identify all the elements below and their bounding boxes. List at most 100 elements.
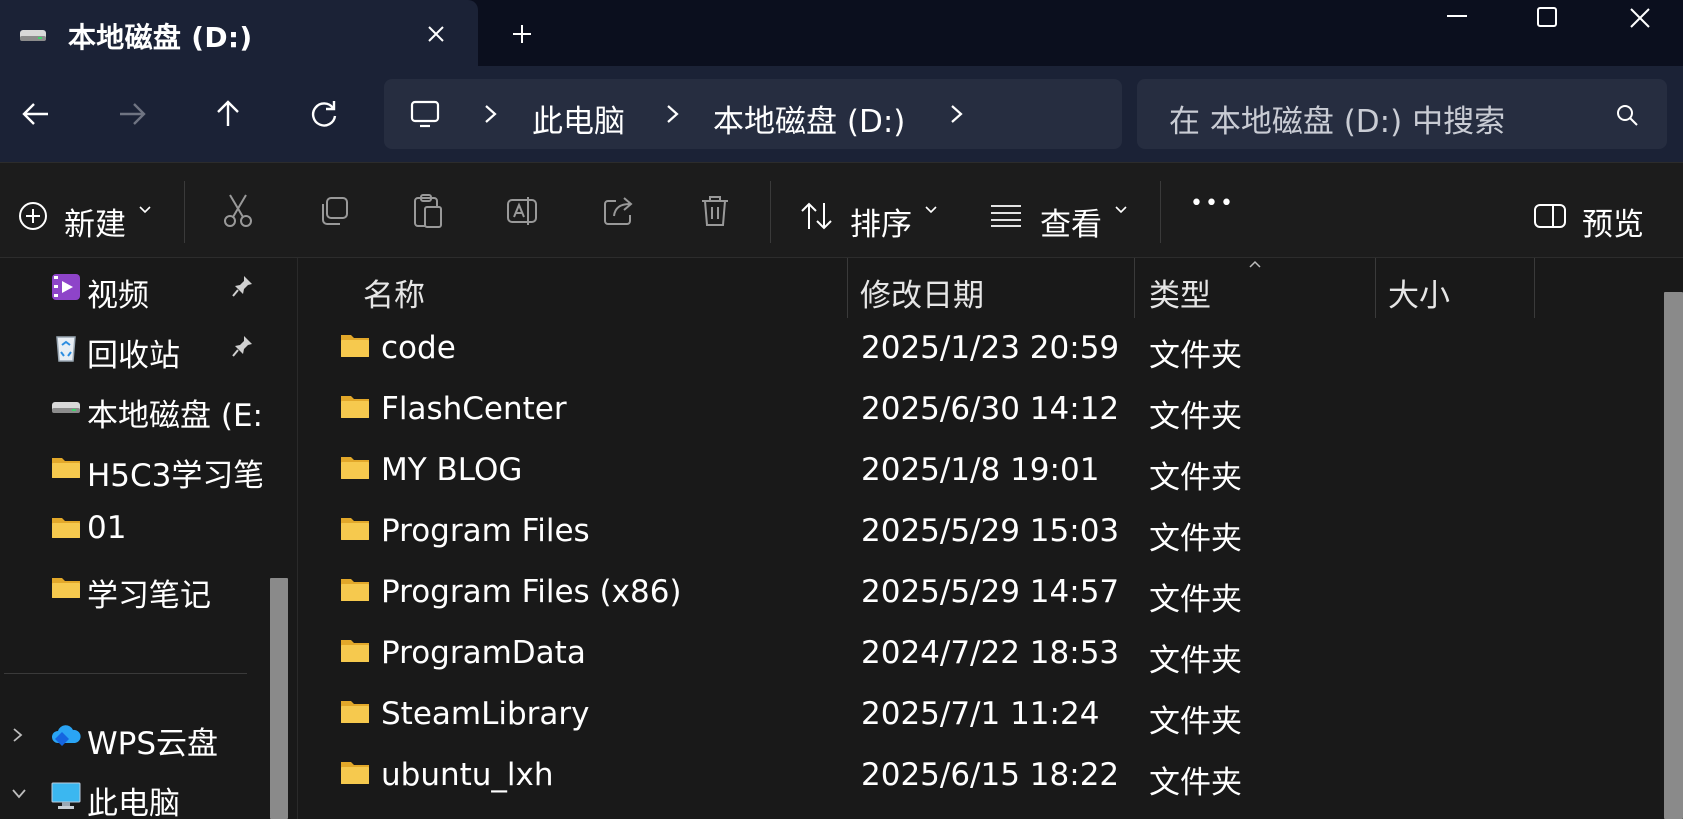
up-arrow-icon[interactable]: [210, 96, 246, 132]
sidebar-item-wps-cloud[interactable]: WPS云盘: [0, 706, 270, 764]
forward-arrow-icon[interactable]: [114, 96, 150, 132]
file-row[interactable]: FlashCenter 2025/6/30 14:12 文件夹: [299, 379, 1664, 437]
sort-label: 排序: [850, 207, 912, 243]
pin-icon[interactable]: [232, 334, 254, 358]
delete-icon[interactable]: [700, 194, 730, 228]
sidebar-item-local-disk-e[interactable]: 本地磁盘 (E:): [0, 378, 270, 436]
folder-icon-wrap: [340, 699, 370, 729]
file-row[interactable]: MY BLOG 2025/1/8 19:01 文件夹: [299, 440, 1664, 498]
file-name: Program Files: [381, 513, 590, 549]
chevron-right-icon[interactable]: [480, 103, 500, 125]
search-icon[interactable]: [1615, 103, 1639, 127]
file-type: 文件夹: [1149, 704, 1242, 740]
column-header-name[interactable]: 名称: [299, 258, 847, 318]
close-tab-icon[interactable]: [422, 20, 450, 48]
sidebar-item-label: H5C3学习笔记: [87, 458, 262, 494]
sidebar-item-study-notes[interactable]: 学习笔记: [0, 558, 270, 616]
chevron-right-icon[interactable]: [662, 103, 682, 125]
new-label: 新建: [64, 207, 126, 243]
file-type: 文件夹: [1149, 582, 1242, 618]
file-row[interactable]: Program Files 2025/5/29 15:03 文件夹: [299, 501, 1664, 559]
toolbar-divider: [184, 181, 185, 243]
video-icon: [52, 274, 80, 300]
share-icon[interactable]: [602, 195, 636, 227]
file-date-modified: 2025/6/30 14:12: [861, 391, 1120, 427]
computer-icon: [51, 782, 81, 809]
refresh-icon[interactable]: [306, 96, 342, 132]
paste-icon[interactable]: [412, 193, 444, 229]
rename-icon[interactable]: [506, 195, 540, 227]
file-row[interactable]: Program Files (x86) 2025/5/29 14:57 文件夹: [299, 562, 1664, 620]
maximize-button[interactable]: [1517, 0, 1577, 34]
sidebar-item-h5c3-notes[interactable]: H5C3学习笔记: [0, 438, 270, 496]
folder-icon-wrap: [340, 516, 370, 546]
sidebar-item-label: 此电脑: [87, 786, 180, 819]
file-row[interactable]: ProgramData 2024/7/22 18:53 文件夹: [299, 623, 1664, 681]
cut-icon[interactable]: [222, 193, 254, 229]
breadcrumb-local-disk-d[interactable]: 本地磁盘 (D:): [713, 96, 905, 141]
chevron-right-icon[interactable]: [946, 103, 966, 125]
sort-button[interactable]: 排序: [800, 163, 940, 259]
view-button[interactable]: 查看: [990, 163, 1130, 259]
file-row[interactable]: ubuntu_lxh 2025/6/15 18:22 文件夹: [299, 745, 1664, 803]
column-header-size[interactable]: 大小: [1376, 258, 1534, 318]
sidebar-item-recycle-bin[interactable]: 回收站: [0, 318, 270, 376]
folder-icon-wrap: [340, 760, 370, 790]
minimize-button[interactable]: [1427, 0, 1487, 34]
chevron-down-icon[interactable]: [10, 786, 28, 802]
back-arrow-icon[interactable]: [18, 96, 54, 132]
chevron-down-icon: [925, 206, 937, 214]
new-button[interactable]: 新建: [14, 163, 164, 259]
preview-pane-icon: [1534, 204, 1566, 228]
copy-icon[interactable]: [318, 195, 350, 227]
close-window-button[interactable]: [1610, 0, 1670, 34]
sidebar-scrollbar[interactable]: [270, 578, 288, 819]
minimize-icon: [1447, 15, 1467, 17]
tab-local-disk-d[interactable]: 本地磁盘 (D:): [0, 0, 478, 66]
folder-icon-wrap: [340, 333, 370, 363]
folder-icon-wrap: [340, 638, 370, 668]
file-name: MY BLOG: [381, 452, 523, 488]
column-label: 名称: [363, 278, 425, 314]
sidebar-item-this-pc[interactable]: 此电脑: [0, 766, 270, 819]
folder-icon: [341, 335, 369, 357]
sidebar-item-01[interactable]: 01: [0, 498, 270, 556]
file-name: FlashCenter: [381, 391, 567, 427]
folder-icon-wrap: [340, 394, 370, 424]
sidebar-item-label: 回收站: [87, 338, 180, 374]
search-box[interactable]: 在 本地磁盘 (D:) 中搜索: [1137, 79, 1667, 149]
file-row[interactable]: SteamLibrary 2025/7/1 11:24 文件夹: [299, 684, 1664, 742]
sidebar-item-label: 本地磁盘 (E:): [87, 398, 262, 434]
file-name: ubuntu_lxh: [381, 757, 554, 793]
preview-button[interactable]: 预览: [1534, 163, 1674, 259]
cloud-icon: [52, 725, 81, 746]
search-input[interactable]: 在 本地磁盘 (D:) 中搜索: [1169, 96, 1505, 141]
plus-circle-icon: [19, 202, 47, 230]
breadcrumb-this-pc[interactable]: 此电脑: [532, 96, 625, 141]
new-tab-icon[interactable]: [508, 20, 536, 48]
folder-icon: [341, 640, 369, 662]
folder-icon: [52, 518, 80, 538]
computer-icon: [410, 100, 440, 128]
file-name: SteamLibrary: [381, 696, 590, 732]
pin-icon[interactable]: [232, 274, 254, 298]
folder-icon: [341, 579, 369, 601]
column-header-date-modified[interactable]: 修改日期: [848, 258, 1134, 318]
sidebar-item-videos[interactable]: 视频: [0, 258, 270, 316]
folder-icon: [52, 458, 80, 478]
column-divider[interactable]: [1534, 258, 1535, 318]
file-date-modified: 2025/5/29 14:57: [861, 574, 1120, 610]
file-list-scrollbar[interactable]: [1664, 292, 1683, 819]
view-label: 查看: [1040, 207, 1102, 243]
preview-label: 预览: [1582, 207, 1644, 243]
folder-icon: [52, 578, 80, 598]
file-date-modified: 2025/7/1 11:24: [861, 696, 1100, 732]
sidebar-item-label: 01: [87, 510, 127, 546]
chevron-right-icon[interactable]: [10, 726, 26, 744]
file-row[interactable]: code 2025/1/23 20:59 文件夹: [299, 318, 1664, 376]
view-list-icon: [991, 205, 1021, 227]
address-bar[interactable]: 此电脑 本地磁盘 (D:): [384, 79, 1122, 149]
more-options-icon[interactable]: •••: [1190, 191, 1235, 216]
file-type: 文件夹: [1149, 643, 1242, 679]
folder-icon: [341, 457, 369, 479]
